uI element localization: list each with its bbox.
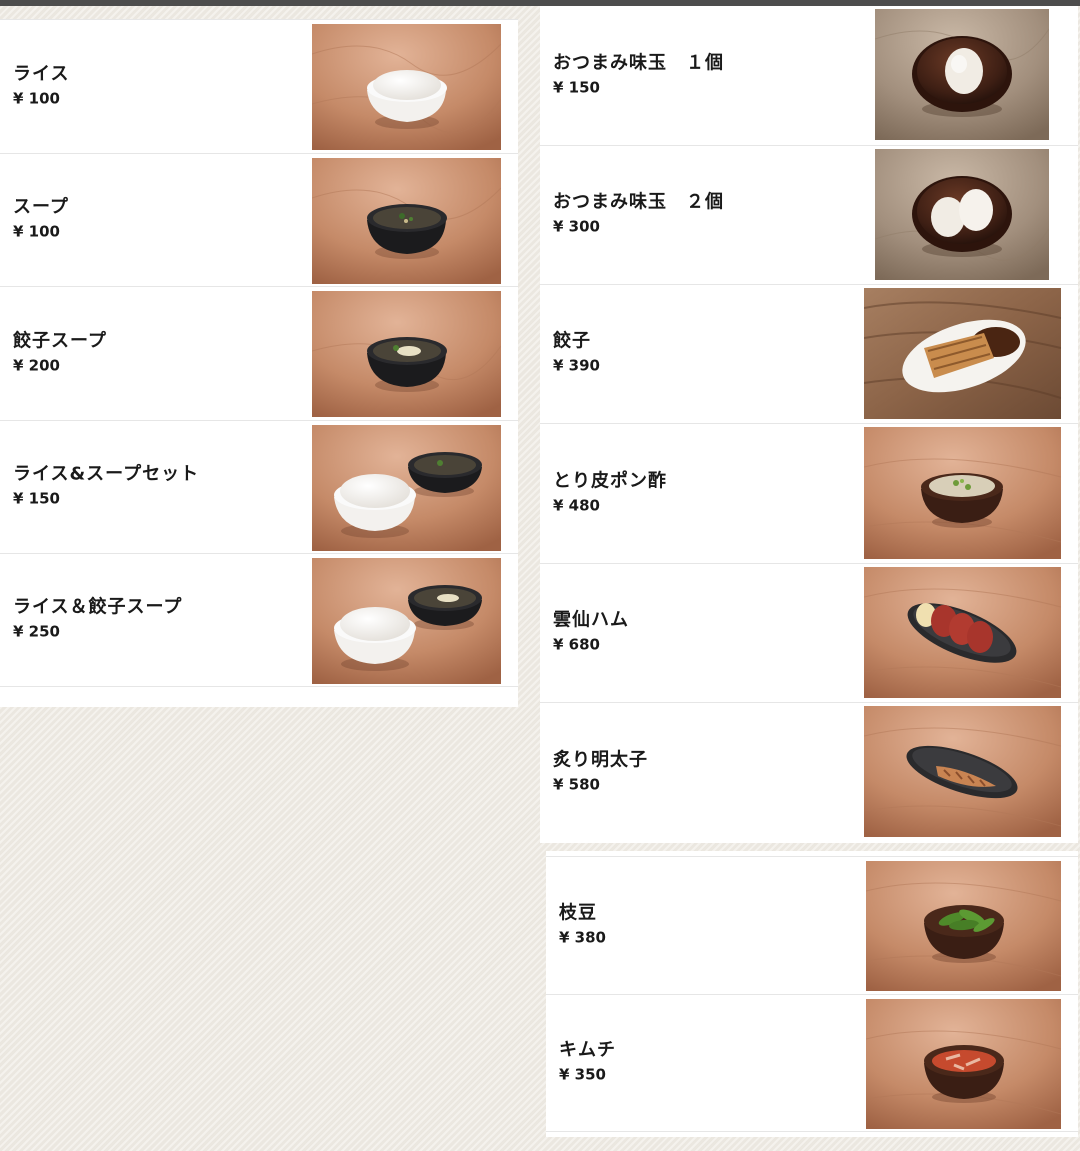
menu-item-name: おつまみ味玉 ２個 xyxy=(553,191,724,213)
menu-item-price: ¥ 150 xyxy=(13,489,60,508)
soup-photo xyxy=(312,158,501,284)
menu-item-price: ¥ 200 xyxy=(13,356,60,375)
menu-item[interactable]: おつまみ味玉 １個 ¥ 150 xyxy=(540,6,1078,145)
menu-item[interactable]: ライス&スープセット ¥ 150 xyxy=(0,420,518,553)
menu-item[interactable]: 餃子 ¥ 390 xyxy=(540,284,1078,423)
menu-item-price: ¥ 100 xyxy=(13,89,60,108)
menu-item-name: おつまみ味玉 １個 xyxy=(553,52,724,74)
menu-item-price: ¥ 100 xyxy=(13,222,60,241)
menu-item-price: ¥ 680 xyxy=(553,635,600,654)
menu-item-name: 餃子スープ xyxy=(13,330,107,352)
menu-item[interactable]: 餃子スープ ¥ 200 xyxy=(0,286,518,420)
rice-photo xyxy=(312,24,501,150)
menu-item-name: ライス＆餃子スープ xyxy=(13,596,183,618)
menu-item[interactable]: スープ ¥ 100 xyxy=(0,153,518,286)
menu-item[interactable]: 炙り明太子 ¥ 580 xyxy=(540,702,1078,843)
egg-one-photo xyxy=(875,9,1049,140)
menu-item[interactable]: ライス ¥ 100 xyxy=(0,19,518,153)
menu-item-price: ¥ 580 xyxy=(553,775,600,794)
menu-item[interactable]: 枝豆 ¥ 380 xyxy=(546,856,1078,994)
menu-item-name: 餃子 xyxy=(553,330,591,352)
left-menu-panel: ライス ¥ 100 スープ ¥ 100 餃子スープ ¥ 200 ライス&スープセ… xyxy=(0,19,518,707)
menu-item[interactable]: 雲仙ハム ¥ 680 xyxy=(540,563,1078,702)
menu-item[interactable]: ライス＆餃子スープ ¥ 250 xyxy=(0,553,518,687)
kimchi-photo xyxy=(866,999,1061,1129)
gyoza-photo xyxy=(864,288,1061,419)
menu-item-price: ¥ 480 xyxy=(553,496,600,515)
chicken-skin-ponzu-photo xyxy=(864,427,1061,559)
egg-two-photo xyxy=(875,149,1049,280)
menu-item-name: キムチ xyxy=(559,1039,616,1061)
menu-item-name: ライス&スープセット xyxy=(13,463,200,485)
mentaiko-photo xyxy=(864,706,1061,837)
menu-item-name: 枝豆 xyxy=(559,902,597,924)
menu-item-price: ¥ 300 xyxy=(553,217,600,236)
right-menu-panel-2: 枝豆 ¥ 380 キムチ ¥ 350 xyxy=(546,851,1078,1137)
gyoza-soup-photo xyxy=(312,291,501,417)
menu-item-price: ¥ 150 xyxy=(553,78,600,97)
menu-item-name: 雲仙ハム xyxy=(553,609,629,631)
menu-item-price: ¥ 380 xyxy=(559,928,606,947)
right-menu-panel: おつまみ味玉 １個 ¥ 150 おつまみ味玉 ２個 ¥ 300 餃子 ¥ 390… xyxy=(540,6,1078,843)
unzen-ham-photo xyxy=(864,567,1061,698)
menu-item-name: スープ xyxy=(13,196,69,218)
menu-item-name: ライス xyxy=(13,63,70,85)
menu-item-price: ¥ 350 xyxy=(559,1065,606,1084)
rice-soup-set-photo xyxy=(312,425,501,551)
menu-item[interactable]: キムチ ¥ 350 xyxy=(546,994,1078,1132)
menu-item[interactable]: おつまみ味玉 ２個 ¥ 300 xyxy=(540,145,1078,284)
menu-item-price: ¥ 390 xyxy=(553,356,600,375)
rice-gyoza-soup-photo xyxy=(312,558,501,684)
menu-item-price: ¥ 250 xyxy=(13,622,60,641)
edamame-photo xyxy=(866,861,1061,991)
menu-item-name: 炙り明太子 xyxy=(553,749,648,771)
menu-item[interactable]: とり皮ポン酢 ¥ 480 xyxy=(540,423,1078,563)
menu-item-name: とり皮ポン酢 xyxy=(553,470,667,492)
